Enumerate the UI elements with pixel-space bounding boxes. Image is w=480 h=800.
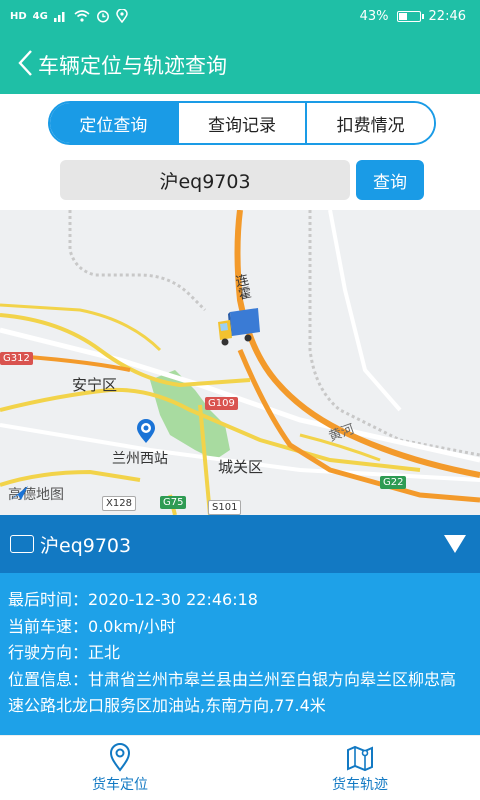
map-label-chengguan: 城关区 xyxy=(218,458,264,476)
info-value: 2020-12-30 22:46:18 xyxy=(88,590,258,609)
battery-icon xyxy=(396,11,424,22)
info-value: 正北 xyxy=(88,643,121,662)
signal-icon xyxy=(53,12,65,22)
location-icon xyxy=(116,9,128,23)
network-indicator: 4G xyxy=(32,10,48,22)
query-tabs: 定位查询 查询记录 扣费情况 xyxy=(48,101,436,145)
amap-arrow-icon xyxy=(10,486,28,500)
info-row-direction: 行驶方向：正北 xyxy=(8,640,472,667)
info-row-location: 位置信息：甘肃省兰州市皋兰县由兰州至白银方向皋兰区柳忠高速公路北龙口服务区加油站… xyxy=(8,667,472,720)
battery-percent: 43% xyxy=(359,9,389,24)
amap-logo: 高德地图 xyxy=(8,484,64,504)
app-header: 车辆定位与轨迹查询 xyxy=(0,34,480,94)
road-badge-g109: G109 xyxy=(205,397,238,410)
alarm-icon xyxy=(96,10,109,23)
info-label: 当前车速： xyxy=(8,616,89,636)
back-arrow-icon[interactable] xyxy=(14,48,38,78)
page-title: 车辆定位与轨迹查询 xyxy=(38,54,227,78)
status-bar: HD 4G 43% 22:46 xyxy=(0,0,480,34)
vehicle-info-body: 最后时间：2020-12-30 22:46:18 当前车速：0.0km/小时 行… xyxy=(0,573,480,735)
truck-marker-icon[interactable] xyxy=(214,306,264,348)
nav-label: 货车轨迹 xyxy=(332,777,388,793)
info-row-speed: 当前车速：0.0km/小时 xyxy=(8,614,472,641)
collapse-triangle-icon[interactable] xyxy=(444,535,466,553)
nav-label: 货车定位 xyxy=(92,777,148,793)
info-row-last-time: 最后时间：2020-12-30 22:46:18 xyxy=(8,587,472,614)
info-label: 位置信息： xyxy=(8,669,89,689)
wifi-icon xyxy=(74,10,90,22)
road-badge-s101: S101 xyxy=(208,500,242,515)
info-label: 行驶方向： xyxy=(8,643,89,662)
road-badge-x128: X128 xyxy=(102,496,136,511)
bottom-nav: 货车定位 货车轨迹 xyxy=(0,735,480,800)
road-badge-g75: G75 xyxy=(160,496,187,509)
vehicle-info-header[interactable]: 沪eq9703 xyxy=(0,515,480,573)
map-route-icon xyxy=(347,745,373,772)
clock: 22:46 xyxy=(428,9,466,24)
tab-location-query[interactable]: 定位查询 xyxy=(50,103,179,143)
map-label-anning: 安宁区 xyxy=(72,376,118,394)
train-station-icon[interactable] xyxy=(135,418,157,444)
road-badge-g312: G312 xyxy=(0,352,33,365)
plate-search-input[interactable] xyxy=(60,160,350,200)
nav-truck-location[interactable]: 货车定位 xyxy=(0,736,240,800)
nav-truck-track[interactable]: 货车轨迹 xyxy=(240,736,480,800)
map-label-lanzhou-west: 兰州西站 xyxy=(112,451,168,467)
hd-indicator: HD xyxy=(10,10,27,22)
search-button[interactable]: 查询 xyxy=(356,160,424,200)
license-plate-icon xyxy=(10,535,34,553)
map-view[interactable]: 安宁区 兰州西站 城关区 连霍 黄河 G312 G109 G22 X128 G7… xyxy=(0,210,480,515)
info-label: 最后时间： xyxy=(8,590,89,609)
vehicle-plate: 沪eq9703 xyxy=(40,535,132,557)
tab-query-records[interactable]: 查询记录 xyxy=(178,103,308,143)
tab-fee-status[interactable]: 扣费情况 xyxy=(307,103,434,143)
info-value: 0.0km/小时 xyxy=(88,616,176,636)
road-badge-g22: G22 xyxy=(380,476,407,489)
location-pin-icon xyxy=(109,743,131,772)
